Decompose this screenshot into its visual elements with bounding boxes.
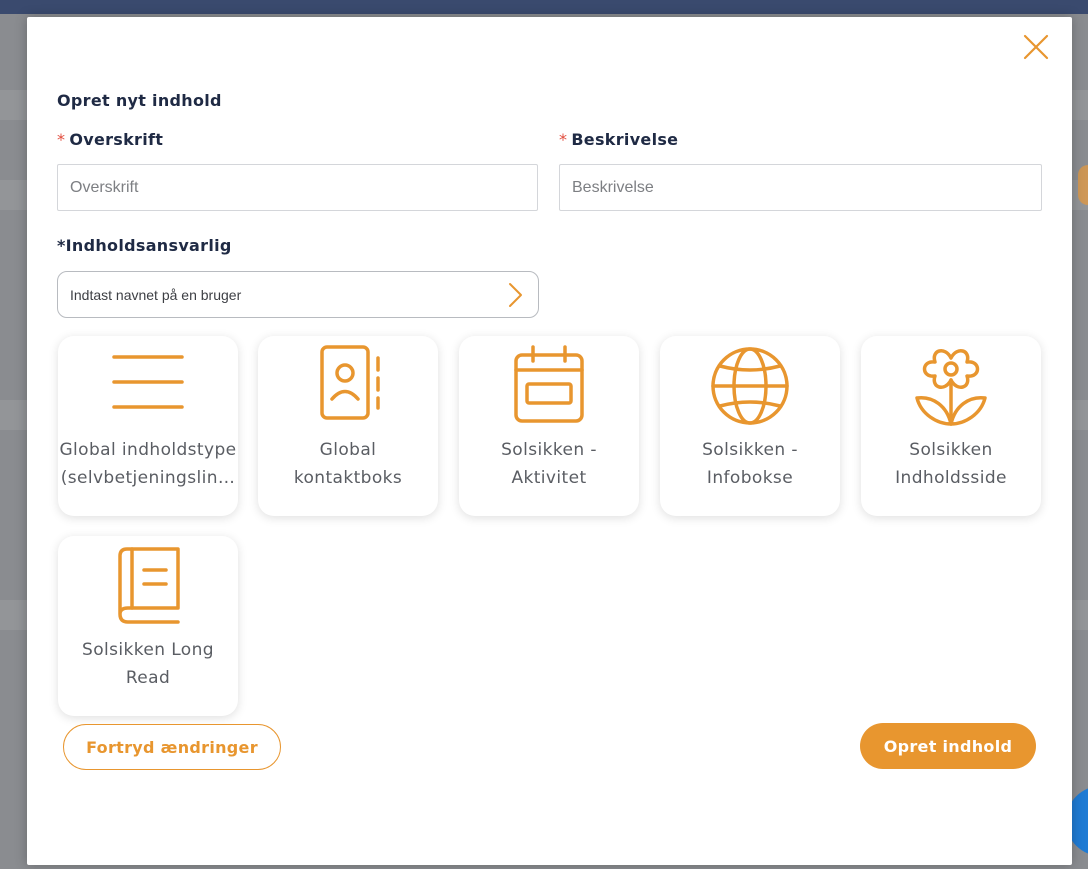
menu-lines-icon (112, 355, 184, 409)
tile-label: Solsikken - Aktivitet (501, 440, 597, 488)
backdrop-accent (1078, 165, 1088, 205)
cancel-changes-button[interactable]: Fortryd ændringer (63, 724, 281, 770)
description-label: * Beskrivelse (559, 130, 678, 149)
content-type-tile-global-indholdstype[interactable]: Global indholdstype (selvbetjeningslin… (58, 336, 238, 516)
content-type-tile-infobokse[interactable]: Solsikken - Infobokse (660, 336, 840, 516)
content-type-tile-aktivitet[interactable]: Solsikken - Aktivitet (459, 336, 639, 516)
book-icon (118, 547, 180, 624)
content-type-tile-global-kontaktboks[interactable]: Global kontaktboks (258, 336, 438, 516)
tile-label: Solsikken - Infobokse (702, 440, 798, 488)
owner-label: *Indholdsansvarlig (57, 236, 232, 255)
heading-input[interactable] (57, 164, 538, 211)
chevron-right-icon[interactable] (506, 281, 524, 309)
tile-label: Global kontaktboks (293, 440, 403, 488)
dialog-title: Opret nyt indhold (57, 91, 222, 110)
create-content-button[interactable]: Opret indhold (860, 723, 1036, 769)
tile-label: Solsikken Long Read (82, 640, 214, 688)
description-input[interactable] (559, 164, 1042, 211)
description-label-text: Beskrivelse (571, 130, 679, 149)
heading-label: * Overskrift (57, 130, 163, 149)
owner-search-input[interactable] (70, 272, 490, 317)
required-marker: * (57, 130, 66, 149)
tile-label: Solsikken Indholdsside (895, 440, 1007, 488)
content-type-tile-long-read[interactable]: Solsikken Long Read (58, 536, 238, 716)
tile-label: Global indholdstype (selvbetjeningslin… (59, 440, 237, 488)
required-marker: * (559, 130, 568, 149)
heading-label-text: Overskrift (69, 130, 164, 149)
content-type-tile-indholdsside[interactable]: Solsikken Indholdsside (861, 336, 1041, 516)
close-icon[interactable] (1022, 33, 1050, 61)
create-content-dialog: Opret nyt indhold *Overskrift *Beskrivel… (27, 17, 1072, 865)
globe-icon (711, 347, 789, 425)
contact-book-icon (320, 345, 380, 420)
flower-icon (915, 349, 987, 426)
owner-search-field[interactable] (57, 271, 539, 318)
calendar-icon (514, 345, 584, 423)
